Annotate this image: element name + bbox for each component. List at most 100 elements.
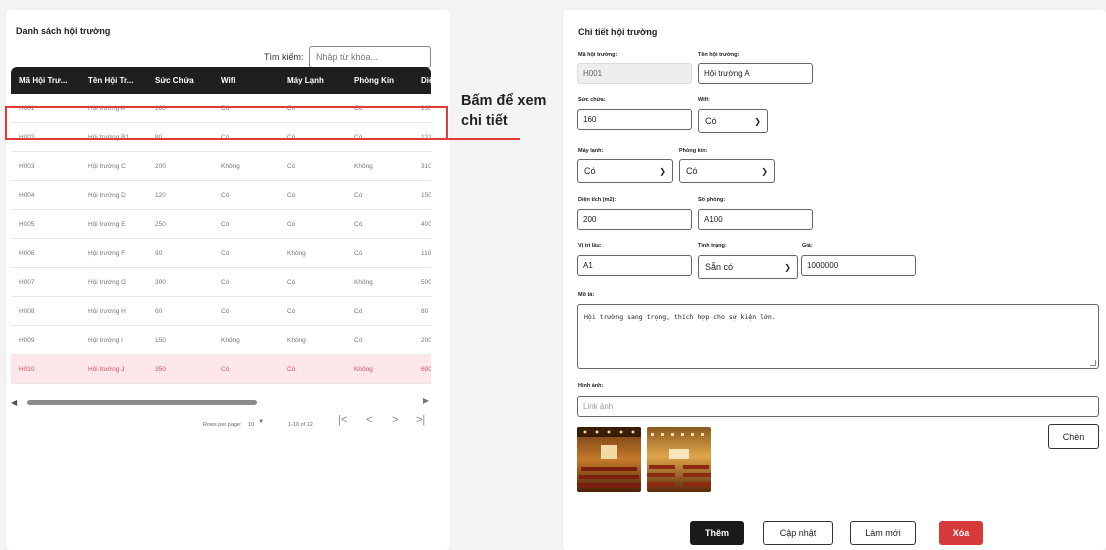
- table-cell: Hội trường E: [88, 220, 126, 228]
- ac-label: Máy lạnh:: [578, 148, 604, 154]
- table-cell: 350: [155, 365, 166, 373]
- description-textarea[interactable]: Hội trường sang trọng, thích hợp cho sự …: [577, 304, 1099, 369]
- caret-down-icon: ▼: [258, 419, 265, 425]
- table-row[interactable]: H004 Hội trường D 120 Có Có Có 150: [11, 181, 431, 210]
- capacity-label: Sức chứa:: [578, 97, 606, 103]
- column-header-ac[interactable]: Máy Lạnh: [287, 76, 354, 85]
- scrollbar-thumb[interactable]: [27, 400, 257, 405]
- table-cell: H010: [19, 365, 35, 373]
- table-cell: 60: [155, 307, 163, 315]
- rooms-field[interactable]: A100: [698, 209, 813, 230]
- table-cell: H009: [19, 336, 35, 344]
- table-cell: Không: [354, 365, 373, 373]
- update-button[interactable]: Cập nhật: [763, 521, 833, 545]
- table-cell: Có: [221, 278, 230, 286]
- table-cell: H005: [19, 220, 35, 228]
- rooms-label: Số phòng:: [698, 197, 726, 203]
- table-cell: 200: [155, 162, 166, 170]
- rows-per-page-select[interactable]: 10 ▼: [248, 418, 264, 432]
- rows-per-page-value: 10: [248, 422, 255, 428]
- chevron-down-icon: ❯: [761, 166, 768, 176]
- auditorium-photo-icon: [577, 427, 641, 492]
- table-row[interactable]: H006 Hội trường F 90 Có Không Có 110: [11, 239, 431, 268]
- last-page-icon[interactable]: >|: [416, 414, 425, 426]
- desc-label: Mô tả:: [578, 292, 595, 298]
- table-cell: Hội trường J: [88, 365, 125, 373]
- name-field[interactable]: Hội trường A: [698, 63, 813, 84]
- area-label: Diện tích (m2):: [578, 197, 617, 203]
- table-cell: Có: [354, 191, 363, 199]
- image-link-input[interactable]: Link ảnh: [577, 396, 1099, 417]
- row-highlight-box: [5, 106, 448, 140]
- column-header-code[interactable]: Mã Hội Trư...: [11, 76, 88, 85]
- auditorium-photo-icon: [647, 427, 711, 492]
- table-row[interactable]: H010 Hội trường J 350 Có Có Không 600: [11, 355, 431, 384]
- first-page-icon[interactable]: |<: [338, 414, 347, 426]
- prev-page-icon[interactable]: <: [366, 414, 372, 426]
- column-header-wifi[interactable]: Wifi: [221, 76, 287, 85]
- closed-label: Phòng kín:: [679, 148, 708, 154]
- scroll-left-icon[interactable]: ◀: [11, 398, 21, 407]
- column-header-closed[interactable]: Phòng Kín: [354, 76, 421, 85]
- price-field[interactable]: 1000000: [801, 255, 916, 276]
- delete-button[interactable]: Xóa: [939, 521, 983, 545]
- table-horizontal-scrollbar[interactable]: ◀ ▶: [11, 396, 431, 408]
- code-field[interactable]: H001: [577, 63, 692, 84]
- table-cell: Có: [287, 278, 296, 286]
- rows-per-page-label: Rows per page:: [203, 422, 242, 428]
- capacity-field[interactable]: 160: [577, 109, 692, 130]
- hall-image-thumbnail-2[interactable]: [647, 427, 711, 492]
- table-row[interactable]: H008 Hội trường H 60 Có Có Có 80: [11, 297, 431, 326]
- table-cell: Có: [221, 307, 230, 315]
- table-cell: H003: [19, 162, 35, 170]
- floor-field[interactable]: A1: [577, 255, 692, 276]
- column-header-area[interactable]: Diện: [421, 76, 431, 85]
- page-range: 1-10 of 12: [288, 422, 313, 428]
- wifi-select[interactable]: Có ❯: [698, 109, 768, 133]
- insert-image-button[interactable]: Chèn: [1048, 424, 1099, 449]
- table-cell: Không: [221, 162, 240, 170]
- table-cell: 110: [421, 249, 431, 257]
- table-cell: H008: [19, 307, 35, 315]
- table-cell: Hội trường F: [88, 249, 126, 257]
- table-row[interactable]: H005 Hội trường E 250 Có Có Có 400: [11, 210, 431, 239]
- name-label: Tên hội trường:: [698, 52, 740, 58]
- table-cell: Có: [287, 191, 296, 199]
- column-header-capacity[interactable]: Sức Chứa: [155, 76, 221, 85]
- hall-image-thumbnail-1[interactable]: [577, 427, 641, 492]
- table-cell: Có: [287, 365, 296, 373]
- table-cell: 600: [421, 365, 431, 373]
- hall-detail-panel: [563, 10, 1106, 550]
- column-header-name[interactable]: Tên Hội Tr...: [88, 76, 155, 85]
- search-input[interactable]: Nhập từ khóa...: [309, 46, 431, 68]
- closed-value: Có: [686, 166, 698, 176]
- closed-select[interactable]: Có ❯: [679, 159, 775, 183]
- description-text: Hội trường sang trọng, thích hợp cho sự …: [584, 313, 776, 321]
- callout-underline: [448, 138, 520, 140]
- table-cell: 200: [421, 336, 431, 344]
- table-row[interactable]: H009 Hội trường I 150 Không Không Có 200: [11, 326, 431, 355]
- next-page-icon[interactable]: >: [392, 414, 398, 426]
- table-row[interactable]: H003 Hội trường C 200 Không Có Không 310: [11, 152, 431, 181]
- area-field[interactable]: 200: [577, 209, 692, 230]
- table-cell: 250: [155, 220, 166, 228]
- table-cell: 150: [421, 191, 431, 199]
- status-value: Sẵn có: [705, 262, 734, 272]
- refresh-button[interactable]: Làm mới: [850, 521, 916, 545]
- status-select[interactable]: Sẵn có ❯: [698, 255, 798, 279]
- table-cell: Hội trường D: [88, 191, 126, 199]
- table-cell: Có: [287, 162, 296, 170]
- table-cell: Không: [287, 249, 306, 257]
- ac-select[interactable]: Có ❯: [577, 159, 673, 183]
- table-row[interactable]: H007 Hội trường G 300 Có Có Không 500: [11, 268, 431, 297]
- table-cell: H006: [19, 249, 35, 257]
- add-button[interactable]: Thêm: [690, 521, 744, 545]
- status-label: Tình trạng:: [698, 243, 727, 249]
- table-cell: Có: [354, 220, 363, 228]
- table-cell: Có: [354, 336, 363, 344]
- price-label: Giá:: [802, 243, 813, 249]
- table-cell: Không: [221, 336, 240, 344]
- resize-handle-icon[interactable]: [1090, 360, 1096, 366]
- scroll-right-icon[interactable]: ▶: [423, 396, 429, 405]
- detail-title: Chi tiết hội trường: [578, 27, 658, 37]
